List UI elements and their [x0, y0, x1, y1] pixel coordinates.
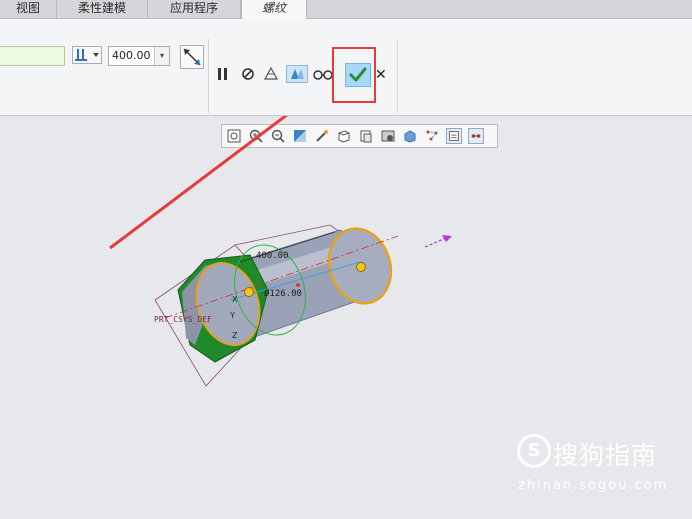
- tab-flexible-modeling[interactable]: 柔性建模: [57, 0, 148, 18]
- thread-reference-field[interactable]: [0, 46, 65, 66]
- sogou-logo: S: [517, 434, 551, 468]
- depth-input[interactable]: 400.00 ▾: [108, 46, 170, 66]
- blind-depth-icon: [75, 49, 99, 61]
- annotation-arrow: [109, 116, 288, 250]
- direction-arrow: [424, 237, 447, 248]
- axis-y-label: Y: [229, 311, 235, 320]
- ribbon-divider: [397, 39, 398, 113]
- check-icon: [349, 67, 367, 82]
- depth-type-button[interactable]: [72, 46, 102, 64]
- tab-thread[interactable]: 螺纹: [241, 0, 307, 19]
- ribbon-tab-strip: 视图 柔性建模 应用程序 螺纹: [0, 0, 692, 19]
- csys-label: PRT_CSYS_DEF: [154, 315, 212, 324]
- glasses-icon[interactable]: [312, 65, 334, 83]
- watermark-brand: 搜狗指南: [553, 441, 658, 470]
- tab-view[interactable]: 视图: [0, 0, 57, 18]
- center-point: [296, 283, 300, 287]
- verify-icon[interactable]: [286, 65, 308, 83]
- cancel-button[interactable]: ✕: [375, 67, 387, 83]
- preview-icon[interactable]: [262, 65, 280, 83]
- back-drag-handle[interactable]: [356, 262, 366, 272]
- ok-button[interactable]: [345, 63, 371, 87]
- depth-dropdown-arrow[interactable]: ▾: [154, 47, 169, 65]
- flip-direction-button[interactable]: [180, 45, 204, 69]
- pause-icon[interactable]: [214, 65, 232, 83]
- no-preview-icon[interactable]: [239, 65, 257, 83]
- length-dimension[interactable]: 400.00: [256, 251, 289, 261]
- axis-z-label: Z: [232, 331, 238, 340]
- watermark-url: zhinan.sogou.com: [518, 478, 669, 493]
- ribbon-divider: [208, 39, 209, 113]
- thread-ribbon: 400.00 ▾ ✕: [0, 19, 692, 116]
- diameter-dimension[interactable]: Ø126.00: [264, 288, 302, 299]
- front-drag-handle[interactable]: [244, 287, 254, 297]
- flip-direction-icon: [183, 48, 201, 66]
- depth-value: 400.00: [112, 49, 151, 62]
- tab-applications[interactable]: 应用程序: [148, 0, 241, 18]
- axis-x-label: X: [232, 295, 238, 304]
